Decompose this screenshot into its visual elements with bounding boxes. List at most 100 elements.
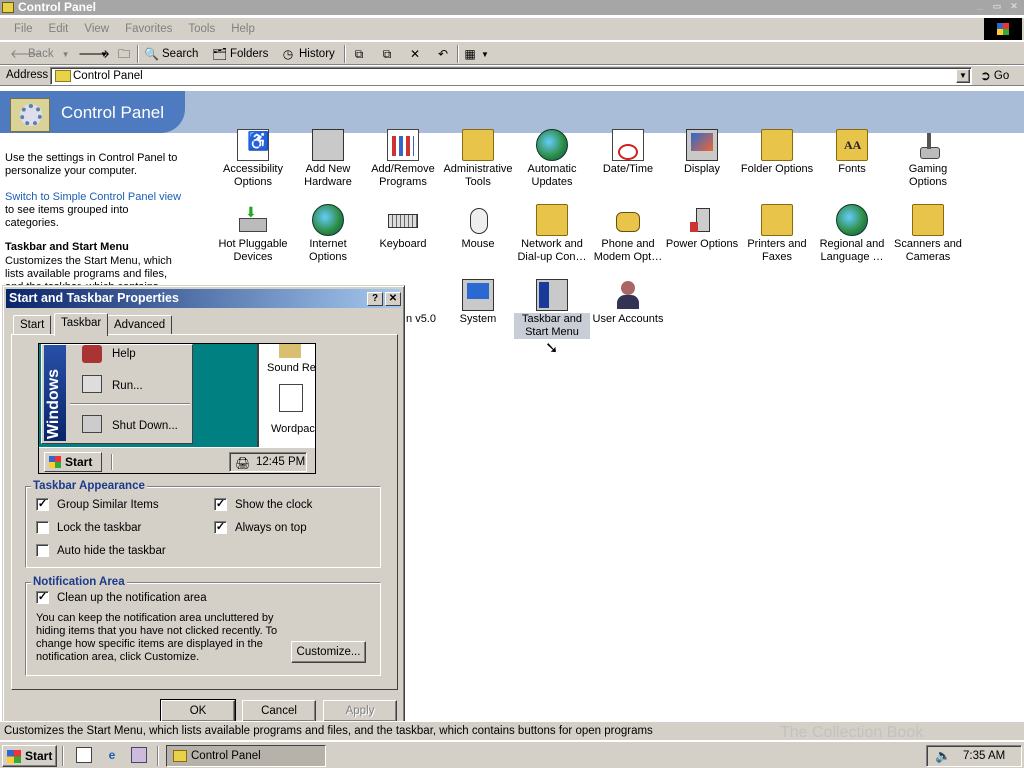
- tab-advanced[interactable]: Advanced: [107, 315, 173, 335]
- dialog-close-button[interactable]: ✕: [385, 292, 401, 306]
- internet-explorer-icon[interactable]: e: [104, 747, 120, 763]
- close-button[interactable]: ✕: [1007, 1, 1021, 13]
- partial-icon: [405, 279, 437, 311]
- simple-view-link[interactable]: Switch to Simple Control Panel view: [5, 191, 183, 204]
- start-button[interactable]: Start: [2, 745, 57, 767]
- mouse-item[interactable]: Mouse: [440, 204, 516, 251]
- go-button[interactable]: ➲ Go: [980, 68, 1009, 84]
- undo-button[interactable]: ↶: [436, 45, 454, 63]
- display-item[interactable]: Display: [664, 129, 740, 176]
- delete-button[interactable]: ✕: [408, 45, 426, 63]
- window-titlebar[interactable]: Control Panel _ ▭ ✕: [0, 0, 1024, 15]
- search-button[interactable]: 🔍 Search: [144, 45, 198, 63]
- keyboard-icon: [387, 204, 419, 236]
- forward-button[interactable]: 🡒 ▼: [78, 45, 111, 63]
- help-button[interactable]: ?: [367, 292, 383, 306]
- system-tray: 🔈 7:35 AM: [926, 745, 1022, 767]
- maximize-button[interactable]: ▭: [990, 1, 1004, 13]
- automatic-updates-item[interactable]: Automatic Updates: [514, 129, 590, 189]
- fonts-item[interactable]: AA Fonts: [814, 129, 890, 176]
- add-new-hardware-item[interactable]: Add New Hardware: [290, 129, 366, 189]
- clean-up-notification-checkbox[interactable]: ✓ Clean up the notification area: [36, 591, 207, 604]
- accessibility-options-item[interactable]: ♿ Accessibility Options: [215, 129, 291, 189]
- toolbar-separator: [137, 45, 139, 63]
- folders-icon: 🗂: [212, 47, 228, 61]
- regional-language-item[interactable]: Regional and Language …: [814, 204, 890, 264]
- customize-button[interactable]: Customize...: [291, 641, 366, 663]
- clock[interactable]: 7:35 AM: [963, 746, 1005, 766]
- menu-view[interactable]: View: [76, 23, 117, 35]
- address-input[interactable]: Control Panel ▼: [50, 67, 972, 85]
- forward-dropdown-icon[interactable]: ▼: [100, 50, 108, 59]
- printers-faxes-item[interactable]: Printers and Faxes: [739, 204, 815, 264]
- scanners-cameras-item[interactable]: Scanners and Cameras: [890, 204, 966, 264]
- move-to-button[interactable]: ⧉: [352, 45, 370, 63]
- menu-edit[interactable]: Edit: [41, 23, 77, 35]
- preview-start-menu: Windows Help Run... Shut Down...: [41, 344, 193, 444]
- user-accounts-item[interactable]: User Accounts: [590, 279, 666, 326]
- up-folder-button[interactable]: 🗀: [117, 45, 135, 63]
- minimize-button[interactable]: _: [973, 1, 987, 13]
- display-icon: [686, 129, 718, 161]
- history-button[interactable]: ◷ History: [281, 45, 335, 63]
- back-dropdown-icon[interactable]: ▼: [62, 50, 70, 59]
- help-book-icon: [82, 345, 102, 363]
- lock-taskbar-checkbox[interactable]: Lock the taskbar: [36, 521, 141, 534]
- tab-taskbar[interactable]: Taskbar: [54, 313, 109, 336]
- cancel-button[interactable]: Cancel: [242, 700, 316, 722]
- windows-flag-icon: [7, 750, 21, 763]
- windows-logo: [984, 18, 1022, 40]
- selected-item-title: Taskbar and Start Menu: [5, 241, 129, 253]
- mouse-cursor-icon: ➘: [545, 340, 559, 357]
- menu-favorites[interactable]: Favorites: [117, 23, 180, 35]
- menu-tools[interactable]: Tools: [180, 23, 223, 35]
- power-options-item[interactable]: Power Options: [664, 204, 740, 251]
- administrative-tools-item[interactable]: Administrative Tools: [440, 129, 516, 189]
- preview-wordpad: Wordpac: [271, 423, 315, 435]
- tab-start[interactable]: Start: [13, 315, 52, 335]
- taskbar-start-menu-item[interactable]: Taskbar and Start Menu: [514, 279, 590, 339]
- date-time-item[interactable]: Date/Time: [590, 129, 666, 176]
- checkbox-check-icon: ✓: [36, 591, 49, 604]
- fonts-icon: AA: [836, 129, 868, 161]
- hot-pluggable-devices-item[interactable]: ⬇ Hot Pluggable Devices: [215, 204, 291, 264]
- folder-options-item[interactable]: Folder Options: [739, 129, 815, 176]
- taskbar-button-control-panel[interactable]: Control Panel: [166, 745, 326, 767]
- back-button[interactable]: 🡐 Back ▼: [10, 45, 70, 63]
- preview-taskbar: Start 🖨 12:45 PM: [39, 447, 315, 473]
- show-desktop-icon[interactable]: [76, 747, 92, 763]
- phone-modem-item[interactable]: Phone and Modem Opt…: [590, 204, 666, 264]
- gaming-options-item[interactable]: Gaming Options: [890, 129, 966, 189]
- history-icon: ◷: [282, 47, 294, 61]
- network-icon: [536, 204, 568, 236]
- views-button[interactable]: ▦ ▼: [463, 45, 489, 63]
- ok-button[interactable]: OK: [160, 699, 236, 723]
- forward-arrow-icon: 🡒: [78, 47, 111, 61]
- control-panel-header: Control Panel: [0, 91, 1024, 133]
- group-similar-checkbox[interactable]: ✓ Group Similar Items: [36, 498, 159, 511]
- system-icon: [462, 279, 494, 311]
- always-on-top-checkbox[interactable]: ✓ Always on top: [214, 521, 307, 534]
- dialog-titlebar[interactable]: Start and Taskbar Properties ? ✕: [6, 289, 401, 308]
- internet-options-item[interactable]: Internet Options: [290, 204, 366, 264]
- hardware-icon: [312, 129, 344, 161]
- apply-button[interactable]: Apply: [323, 700, 397, 722]
- outlook-icon[interactable]: [131, 747, 147, 763]
- copy-to-button[interactable]: ⧉: [380, 45, 398, 63]
- system-item[interactable]: System: [440, 279, 516, 326]
- admin-tools-icon: [462, 129, 494, 161]
- menu-file[interactable]: File: [6, 23, 41, 35]
- speaker-icon: 🖨: [235, 456, 251, 470]
- delete-icon: ✕: [409, 47, 421, 61]
- menu-help[interactable]: Help: [223, 23, 263, 35]
- network-item[interactable]: Network and Dial-up Con…: [514, 204, 590, 264]
- add-remove-programs-item[interactable]: Add/Remove Programs: [365, 129, 441, 189]
- undo-icon: ↶: [437, 47, 449, 61]
- address-dropdown-icon[interactable]: ▼: [956, 69, 970, 83]
- show-clock-checkbox[interactable]: ✓ Show the clock: [214, 498, 312, 511]
- keyboard-item[interactable]: Keyboard: [365, 204, 441, 251]
- volume-icon[interactable]: 🔈: [935, 746, 951, 766]
- folders-button[interactable]: 🗂 Folders: [212, 45, 268, 63]
- views-dropdown-icon: ▼: [481, 49, 489, 59]
- auto-hide-checkbox[interactable]: Auto hide the taskbar: [36, 544, 166, 557]
